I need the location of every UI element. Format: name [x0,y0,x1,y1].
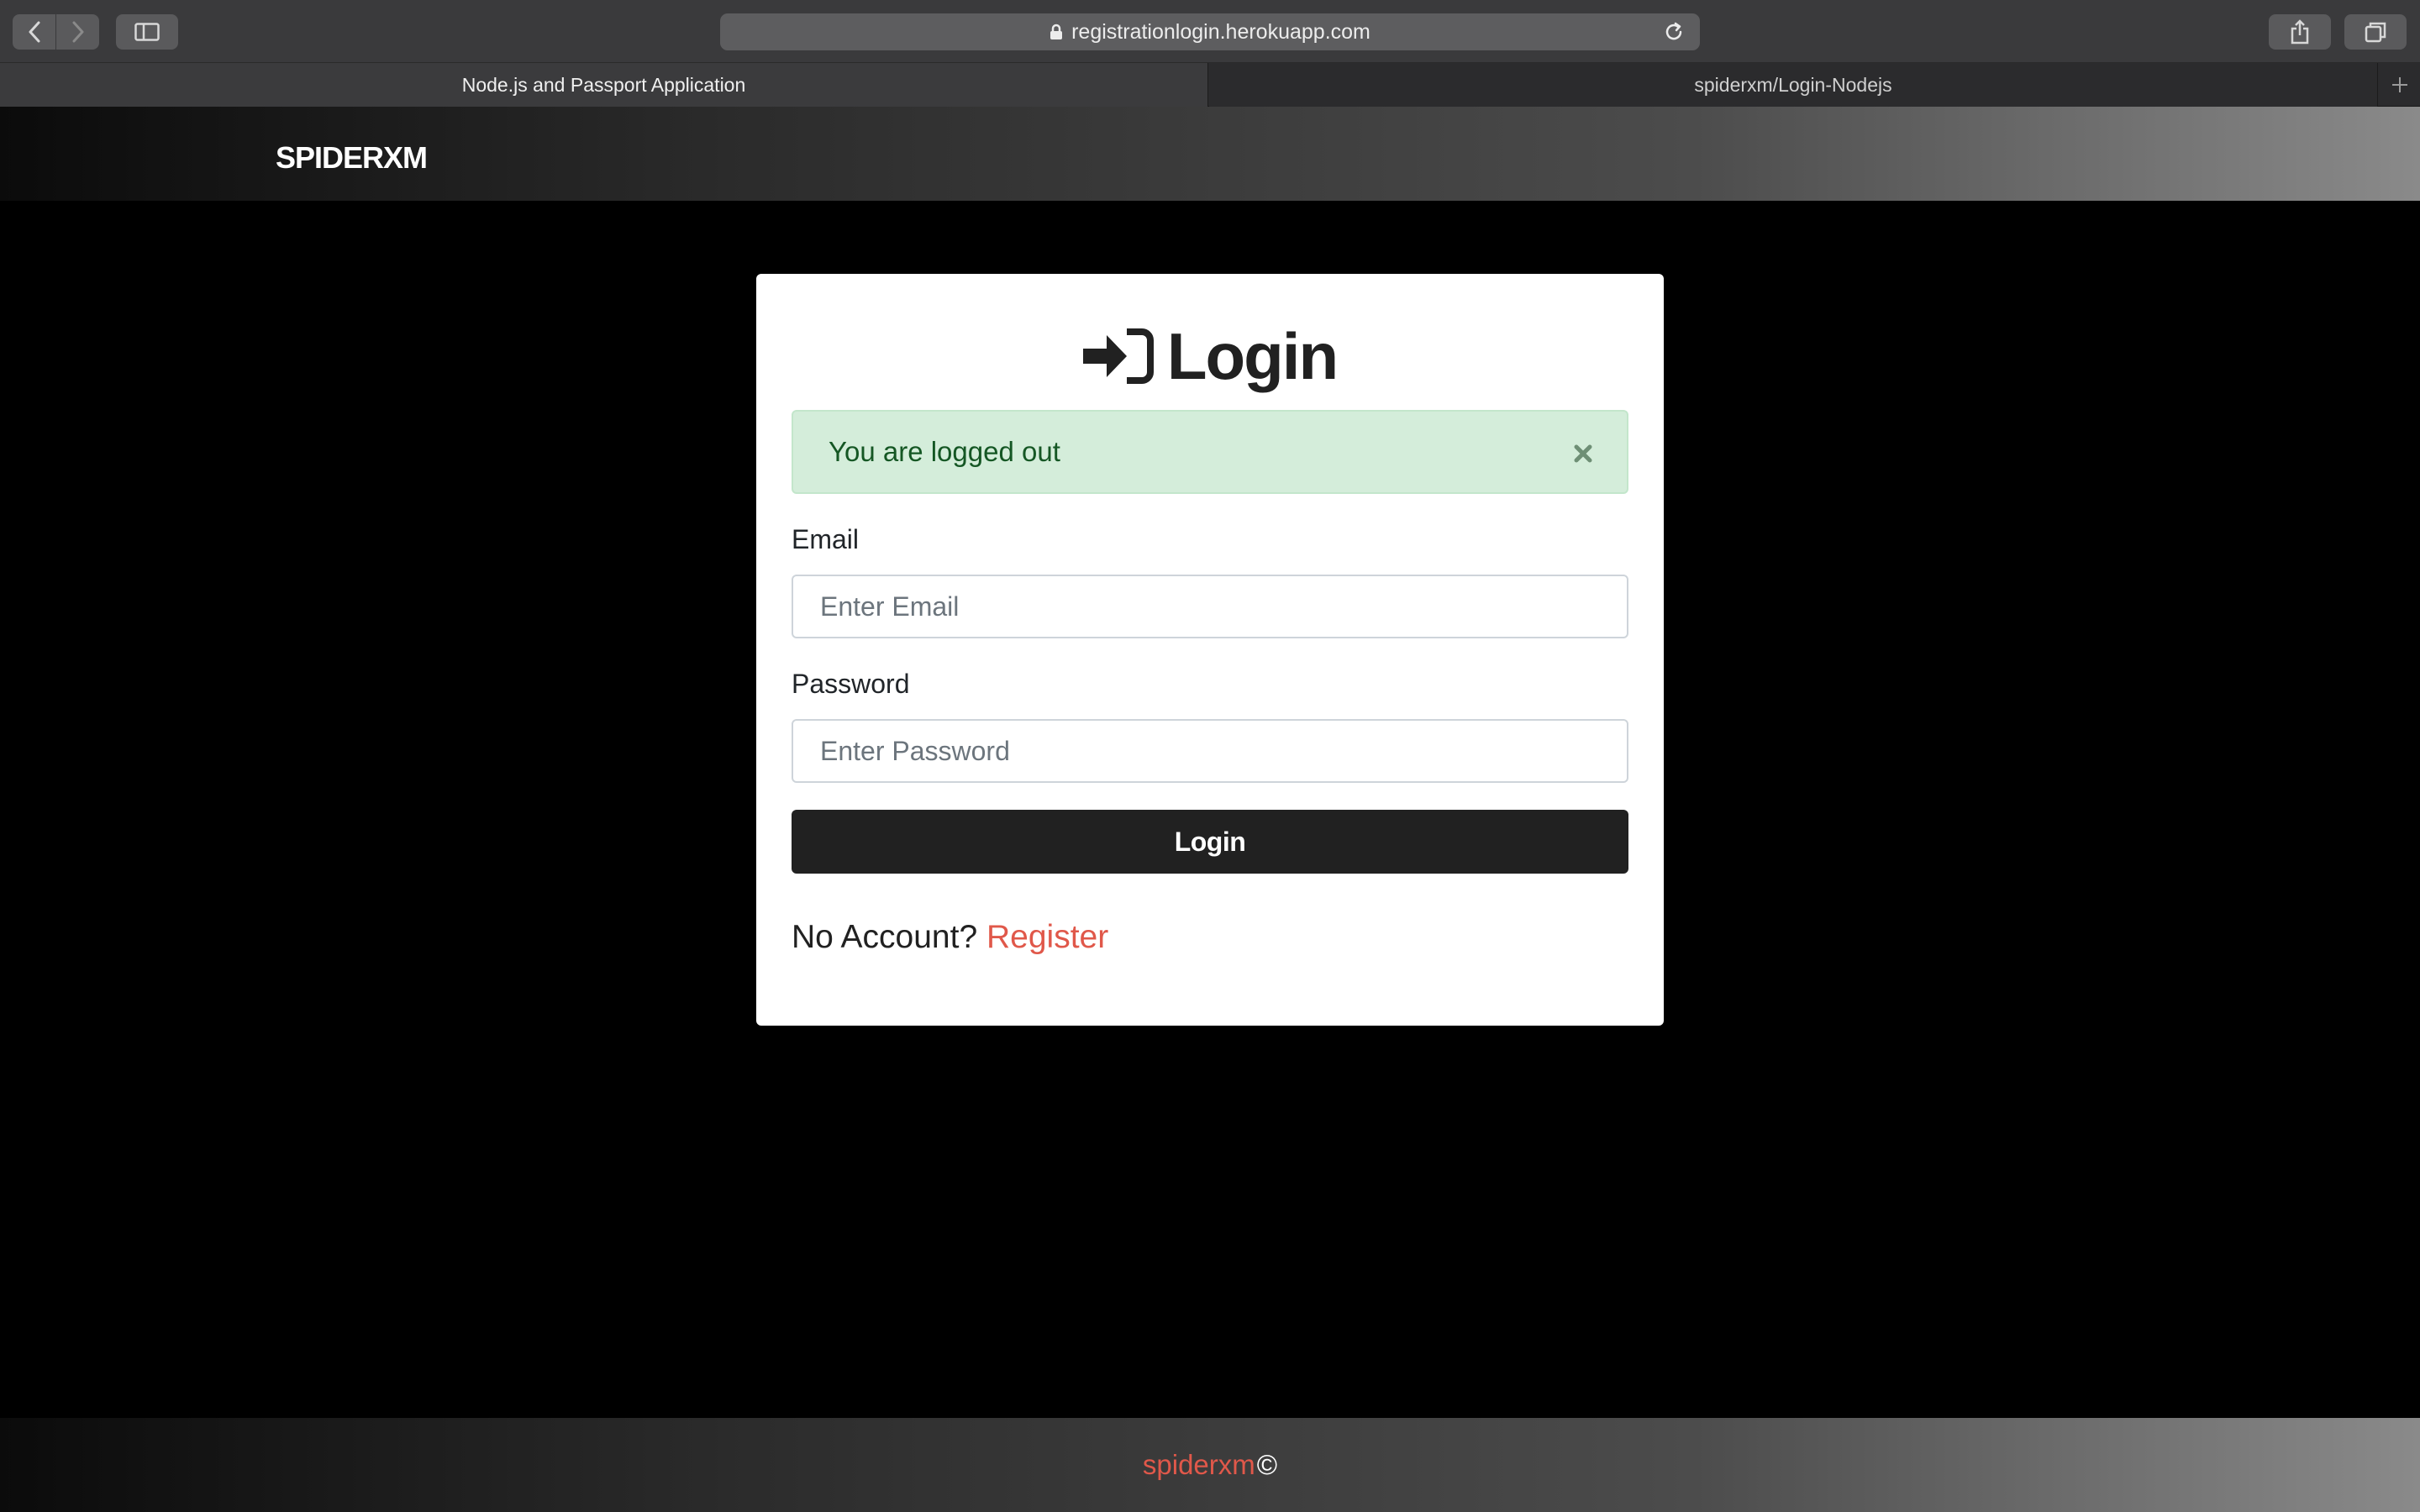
sidebar-icon [134,23,160,41]
page-title: Login [1166,318,1339,393]
chevron-left-icon [29,21,39,43]
logout-alert: You are logged out [792,410,1628,494]
chevron-right-icon [72,21,83,43]
tab-login-nodejs[interactable]: spiderxm/Login-Nodejs [1209,63,2378,107]
login-button[interactable]: Login [792,810,1628,874]
site-navbar: SPIDERXM [0,107,2420,201]
tab-label: spiderxm/Login-Nodejs [1694,73,1892,96]
sign-in-icon [1082,328,1154,384]
forward-button[interactable] [56,14,99,50]
new-tab-button[interactable] [2380,63,2420,107]
email-label: Email [792,524,860,554]
sidebar-toggle-button[interactable] [116,14,178,50]
back-button[interactable] [13,14,55,50]
url-text: registrationlogin.herokuapp.com [1071,19,1370,44]
plus-icon [2392,77,2407,92]
login-card: Login You are logged out Email Password … [756,274,1664,1026]
alert-message: You are logged out [829,436,1060,467]
lock-icon [1050,24,1063,40]
tab-nodejs-passport[interactable]: Node.js and Passport Application [0,63,1208,107]
register-prompt: No Account? Register [792,919,1108,956]
browser-toolbar: registrationlogin.herokuapp.com [0,0,2420,63]
tab-bar: Node.js and Passport Application spiderx… [0,63,2420,107]
register-link[interactable]: Register [986,919,1108,955]
copyright-symbol: © [1256,1449,1278,1480]
share-icon [2291,19,2309,45]
password-label: Password [792,669,910,699]
address-bar[interactable]: registrationlogin.herokuapp.com [720,13,1700,50]
share-button[interactable] [2269,14,2331,50]
close-icon[interactable] [1570,440,1597,467]
reload-icon[interactable] [1663,21,1685,43]
login-heading: Login [756,314,1664,398]
tab-overview-icon [2365,22,2386,43]
site-footer: spiderxm © [0,1418,2420,1512]
password-field[interactable] [792,719,1628,783]
email-field[interactable] [792,575,1628,638]
footer-brand: spiderxm [1142,1449,1255,1480]
no-account-text: No Account? [792,919,978,955]
site-brand[interactable]: SPIDERXM [276,140,428,176]
tab-label: Node.js and Passport Application [461,73,746,96]
tab-overview-button[interactable] [2344,14,2407,50]
